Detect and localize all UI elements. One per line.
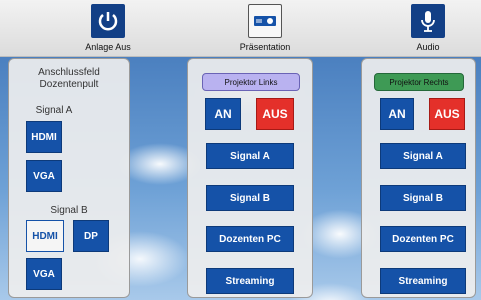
projektor-rechts-on-button[interactable]: AN [380,98,414,130]
projektor-links-panel: Projektor Links AN AUS Signal A Signal B… [187,58,313,298]
projektor-rechts-dozenten-pc-button[interactable]: Dozenten PC [380,226,466,252]
projektor-rechts-signal-a-button[interactable]: Signal A [380,143,466,169]
projektor-links-streaming-button[interactable]: Streaming [206,268,294,294]
power-icon [91,4,125,38]
top-navigation-bar: Anlage Aus Präsentation Audio [0,0,481,57]
projektor-rechts-title: Projektor Rechts [374,73,464,91]
signal-b-vga-button[interactable]: VGA [26,258,62,290]
praesentation-button[interactable]: Präsentation [215,4,315,52]
projektor-links-on-button[interactable]: AN [205,98,241,130]
projector-icon [248,4,282,38]
projektor-links-signal-b-button[interactable]: Signal B [206,185,294,211]
praesentation-label: Präsentation [239,42,291,52]
anschlussfeld-panel: Anschlussfeld Dozentenpult Signal A HDMI… [8,58,130,298]
microphone-icon [411,4,445,38]
panel-title-line2: Dozentenpult [39,79,99,90]
projektor-rechts-streaming-button[interactable]: Streaming [380,268,466,294]
anlage-aus-button[interactable]: Anlage Aus [58,4,158,52]
projektor-links-dozenten-pc-button[interactable]: Dozenten PC [206,226,294,252]
anlage-aus-label: Anlage Aus [85,42,131,52]
audio-button[interactable]: Audio [378,4,478,52]
signal-a-vga-button[interactable]: VGA [26,160,62,192]
audio-label: Audio [416,42,440,52]
projektor-rechts-off-button[interactable]: AUS [429,98,465,130]
projektor-links-off-button[interactable]: AUS [256,98,294,130]
signal-a-label: Signal A [35,105,73,116]
projektor-links-title: Projektor Links [202,73,300,91]
panel-title-line1: Anschlussfeld [38,67,100,78]
projektor-rechts-panel: Projektor Rechts AN AUS Signal A Signal … [361,58,476,298]
projektor-rechts-signal-b-button[interactable]: Signal B [380,185,466,211]
signal-b-hdmi-button[interactable]: HDMI [26,220,64,252]
projektor-links-signal-a-button[interactable]: Signal A [206,143,294,169]
signal-b-label: Signal B [50,205,88,216]
signal-b-dp-button[interactable]: DP [73,220,109,252]
signal-a-hdmi-button[interactable]: HDMI [26,121,62,153]
